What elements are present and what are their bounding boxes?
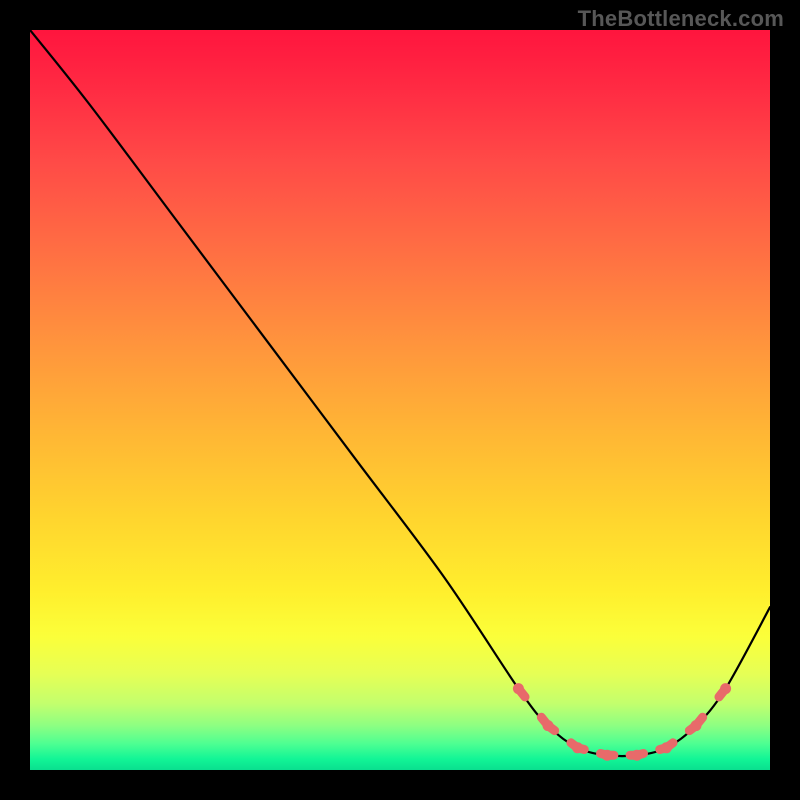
plot-area [30, 30, 770, 770]
optimal-range-markers [513, 683, 731, 761]
curve-svg [30, 30, 770, 770]
chart-container: TheBottleneck.com [0, 0, 800, 800]
watermark-text: TheBottleneck.com [578, 6, 784, 32]
bottleneck-curve-line [30, 30, 770, 756]
